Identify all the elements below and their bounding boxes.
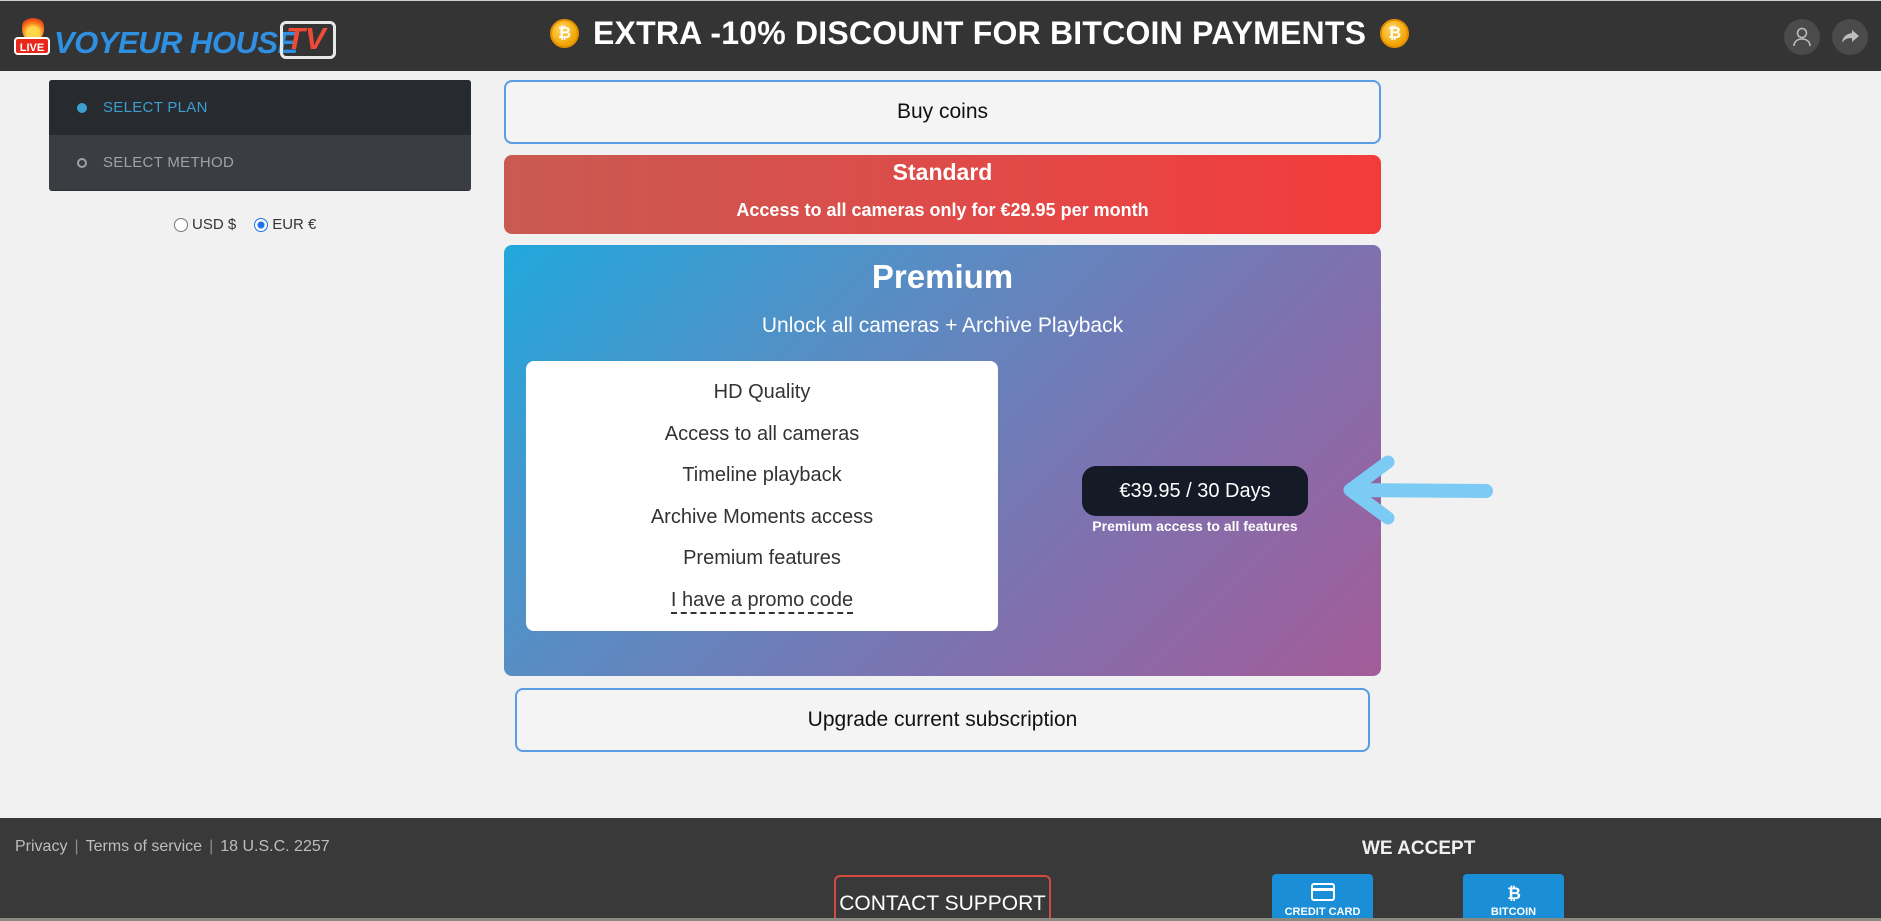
logo-live-badge: LIVE <box>14 37 50 55</box>
user-icon <box>1793 27 1811 47</box>
step-label: SELECT PLAN <box>103 99 208 116</box>
terms-of-service-link[interactable]: Terms of service <box>86 838 202 856</box>
feature-item: Archive Moments access <box>650 505 874 528</box>
pointer-arrow-icon <box>1343 455 1493 525</box>
eur-radio[interactable] <box>254 217 269 232</box>
svg-text:₿: ₿ <box>1507 884 1521 903</box>
logo-tv-text: TV <box>286 21 326 56</box>
currency-selector: USD $ EUR € <box>174 216 316 233</box>
contact-support-button[interactable]: CONTACT SUPPORT <box>834 875 1051 921</box>
bitcoin-discount-banner: ₿ EXTRA -10% DISCOUNT FOR BITCOIN PAYMEN… <box>550 13 1410 53</box>
promo-code-link[interactable]: I have a promo code <box>526 585 998 627</box>
banner-text: EXTRA -10% DISCOUNT FOR BITCOIN PAYMENTS <box>593 14 1367 51</box>
eur-label: EUR € <box>272 216 317 233</box>
bitcoin-icon: ₿ <box>1463 883 1564 903</box>
upgrade-subscription-button[interactable]: Upgrade current subscription <box>515 688 1370 752</box>
standard-plan-title: Standard <box>892 159 993 185</box>
currency-option-eur[interactable]: EUR € <box>254 216 316 233</box>
feature-item: Access to all cameras <box>664 422 860 445</box>
share-arrow-icon <box>1842 30 1859 43</box>
footer: Privacy | Terms of service | 18 U.S.C. 2… <box>0 818 1881 921</box>
link-separator: | <box>74 838 79 855</box>
site-logo[interactable]: LIVE VOYEUR HOUSE TV <box>14 15 344 60</box>
feature-item: Timeline playback <box>682 464 842 486</box>
step-select-plan[interactable]: SELECT PLAN <box>49 80 471 135</box>
checkout-steps: SELECT PLAN SELECT METHOD <box>49 80 471 191</box>
currency-option-usd[interactable]: USD $ <box>174 216 236 233</box>
feature-item: HD Quality <box>713 381 811 403</box>
user-account-button[interactable] <box>1784 19 1820 55</box>
bitcoin-coin-icon: ₿ <box>550 18 579 48</box>
premium-features-list: HD Quality Access to all cameras Timelin… <box>526 361 998 631</box>
privacy-link[interactable]: Privacy <box>15 838 67 856</box>
top-header: LIVE VOYEUR HOUSE TV ₿ EXTRA -10% DISCOU… <box>0 0 1881 71</box>
step-label: SELECT METHOD <box>103 154 235 171</box>
standard-plan-subtitle: Access to all cameras only for €29.95 pe… <box>736 200 1149 220</box>
usc-2257-link[interactable]: 18 U.S.C. 2257 <box>220 838 329 856</box>
bitcoin-label: BITCOIN <box>1490 906 1537 918</box>
share-button[interactable] <box>1832 19 1868 55</box>
we-accept-heading: WE ACCEPT <box>1362 838 1476 859</box>
link-separator: | <box>209 838 214 855</box>
footer-links: Privacy | Terms of service | 18 U.S.C. 2… <box>15 838 330 856</box>
credit-card-icon <box>1272 883 1373 903</box>
bitcoin-payment-badge[interactable]: ₿ BITCOIN <box>1463 874 1564 921</box>
premium-price-button[interactable]: €39.95 / 30 Days <box>1082 466 1308 516</box>
step-inactive-dot-icon <box>77 157 87 168</box>
bitcoin-coin-icon: ₿ <box>1380 18 1410 48</box>
buy-coins-button[interactable]: Buy coins <box>504 80 1381 144</box>
usd-label: USD $ <box>192 216 237 233</box>
premium-plan-card: Premium Unlock all cameras + Archive Pla… <box>504 245 1381 676</box>
step-active-dot-icon <box>77 102 87 113</box>
premium-price-note: Premium access to all features <box>1092 518 1298 534</box>
premium-plan-title: Premium <box>871 258 1014 295</box>
promo-code-label[interactable]: I have a promo code <box>670 588 854 614</box>
logo-text: VOYEUR HOUSE <box>54 25 298 60</box>
usd-radio[interactable] <box>174 217 188 232</box>
feature-item: Premium features <box>683 547 841 569</box>
premium-plan-subtitle: Unlock all cameras + Archive Playback <box>761 314 1124 337</box>
credit-card-label: CREDIT CARD <box>1284 906 1361 918</box>
standard-plan-card[interactable]: Standard Access to all cameras only for … <box>504 155 1381 234</box>
step-select-method[interactable]: SELECT METHOD <box>49 135 471 190</box>
credit-card-payment-badge[interactable]: CREDIT CARD <box>1272 874 1373 921</box>
